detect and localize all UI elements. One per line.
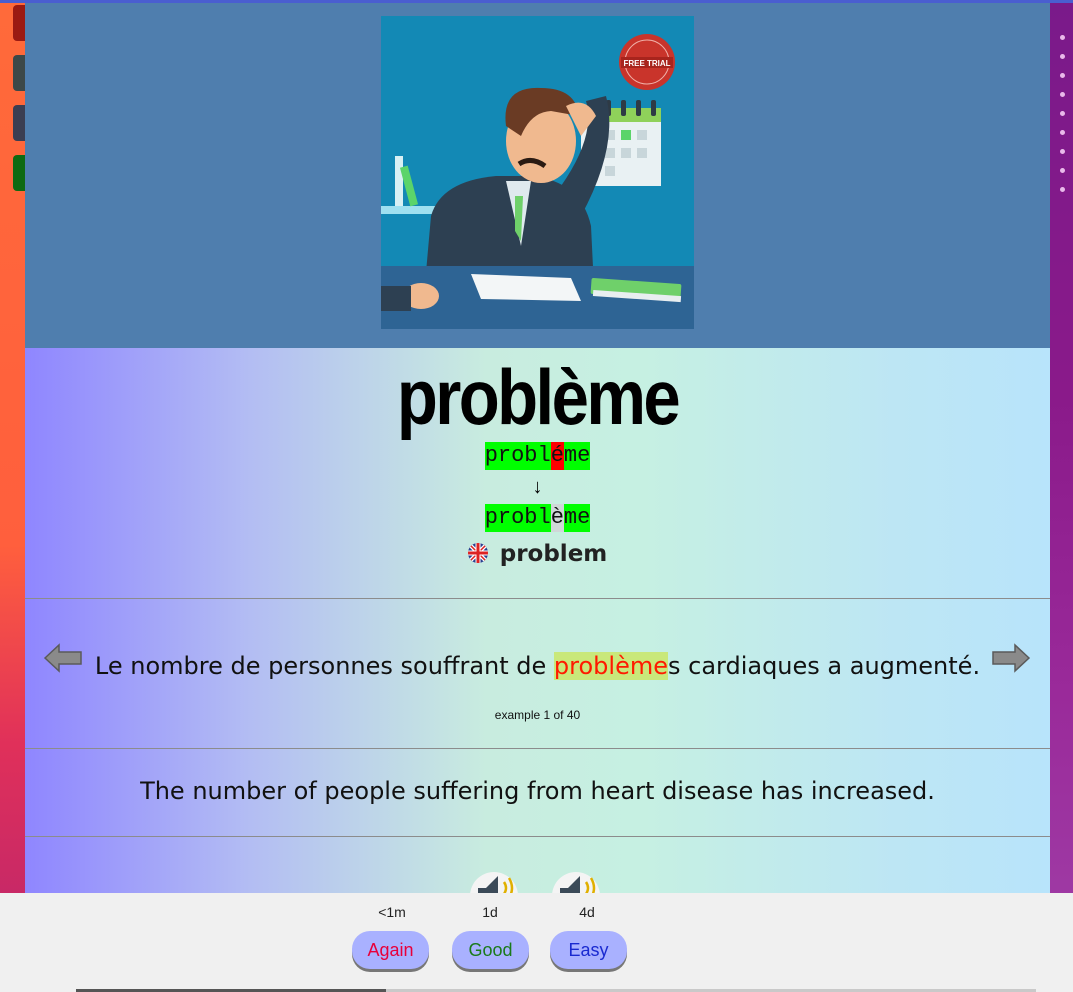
answer-bar	[0, 893, 1073, 992]
diff-correct-part: me	[563, 442, 591, 470]
good-interval: 1d	[482, 904, 498, 920]
divider	[25, 748, 1050, 749]
side-tab-green[interactable]	[13, 155, 25, 191]
correct-answer-diff: problème	[25, 504, 1050, 532]
speaker-icon[interactable]	[468, 868, 520, 893]
diff-wrong-part: é	[550, 442, 564, 470]
divider	[25, 836, 1050, 837]
desktop-background-left	[0, 0, 25, 992]
sentence-end: s cardiaques a augmenté.	[667, 652, 981, 680]
sentence-translation: The number of people suffering from hear…	[140, 777, 935, 805]
typed-answer-diff: probléme	[25, 442, 1050, 470]
dots-decoration	[1060, 35, 1065, 192]
diff-correct-part: me	[563, 504, 591, 532]
side-tab-slate[interactable]	[13, 105, 25, 141]
diff-correct-part: probl	[484, 504, 551, 532]
example-counter: example 1 of 40	[494, 708, 581, 722]
window-top-border	[0, 0, 1073, 3]
example-sentence: Le nombre de personnes souffrant de prob…	[25, 652, 1050, 680]
image-band: FREE TRIAL	[25, 0, 1050, 348]
side-tab-gray[interactable]	[13, 55, 25, 91]
easy-interval: 4d	[579, 904, 595, 920]
stressed-man-illustration: FREE TRIAL	[381, 16, 694, 329]
diff-arrow: ↓	[532, 476, 543, 498]
uk-flag-icon	[467, 543, 488, 563]
free-trial-badge: FREE TRIAL	[623, 59, 670, 68]
translation-text: problem	[499, 541, 608, 567]
flashcard: FREE TRIAL problème probléme ↓ problème	[25, 0, 1050, 893]
next-example-arrow-icon[interactable]	[991, 642, 1031, 674]
again-button[interactable]: Again	[352, 931, 429, 969]
again-interval: <1m	[378, 904, 406, 920]
vocab-word: problème	[396, 353, 681, 441]
sentence-highlight: problème	[553, 652, 668, 680]
diff-correct-part: probl	[484, 442, 551, 470]
easy-button[interactable]: Easy	[550, 931, 627, 969]
sentence-start: Le nombre de personnes souffrant de	[94, 652, 554, 680]
side-tab-red[interactable]	[13, 5, 25, 41]
desktop-background-right	[1050, 0, 1073, 992]
audio-buttons	[25, 868, 1050, 893]
good-button[interactable]: Good	[452, 931, 529, 969]
translation: problem	[25, 541, 1050, 567]
divider	[25, 598, 1050, 599]
diff-missing-part: è	[550, 504, 564, 532]
speaker-icon[interactable]	[550, 868, 602, 893]
